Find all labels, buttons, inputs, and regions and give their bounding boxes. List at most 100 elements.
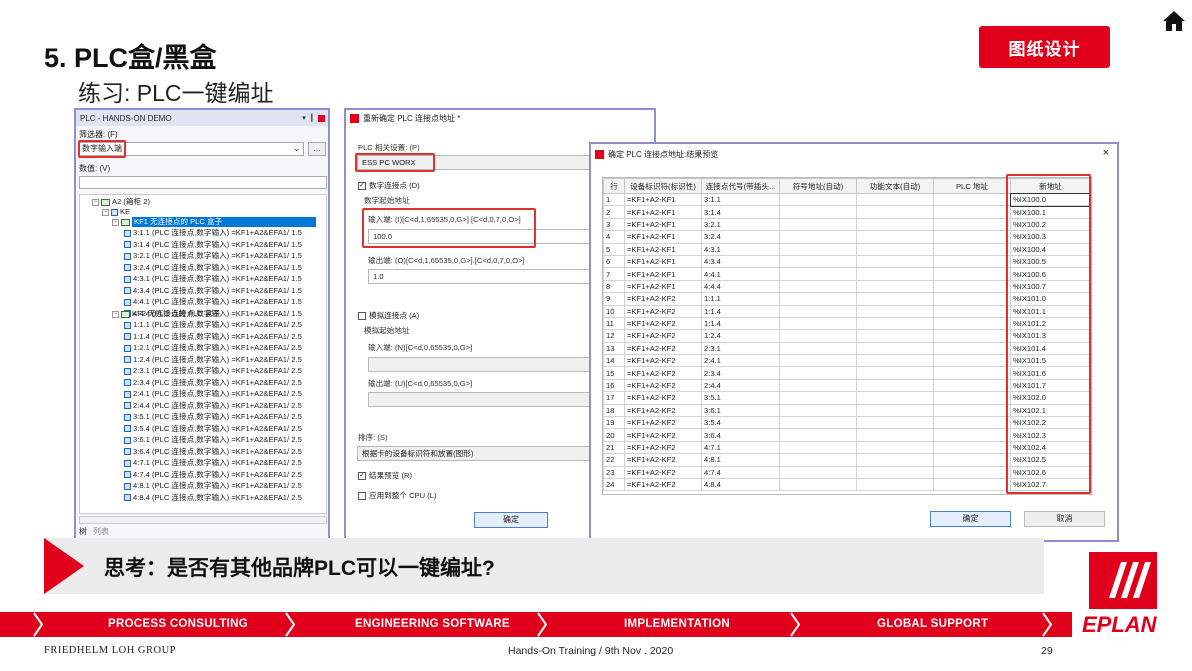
tree-node-connection[interactable]: 1:1.4 (PLC 连接点,数字输入) =KF1+A2&EFA1/ 2.5 [124,332,302,342]
table-cell: 2:3.1 [701,341,780,356]
tree-node-connection[interactable]: 2:3.1 (PLC 连接点,数字输入) =KF1+A2&EFA1/ 2.5 [124,366,302,376]
table-cell [779,465,857,480]
table-cell [933,428,1011,442]
table-cell: =KF1+A2-KF2 [624,354,702,368]
table-cell [933,354,1011,368]
dialog-titlebar: 确定 PLC 连接点地址:结果预览 [591,144,1117,164]
tree-node-label: 4:4.1 (PLC 连接点,数字输入) =KF1+A2&EFA1/ 1.5 [133,297,302,306]
column-header[interactable]: 行 [603,178,625,194]
collapse-icon[interactable]: − [112,218,119,226]
tree-node-connection[interactable]: 3:6.4 (PLC 连接点,数字输入) =KF1+A2&EFA1/ 2.5 [124,447,302,457]
dialog-title: 重新确定 PLC 连接点地址 * [363,113,461,123]
tree-node-kf1[interactable]: − KF1 无连接点的 PLC 盒子 [112,217,316,227]
table-cell [779,192,857,207]
connection-point-icon [124,298,131,306]
tree-node-connection[interactable]: 3:2.1 (PLC 连接点,数字输入) =KF1+A2&EFA1/ 1.5 [124,251,302,261]
tree-view[interactable]: − A2 (箱柜 2) − KE − KF1 无连接点的 PLC 盒子 3:1.… [79,194,327,514]
tree-node-connection[interactable]: 1:1.1 (PLC 连接点,数字输入) =KF1+A2&EFA1/ 2.5 [124,320,302,330]
tree-node-label: 4:3.1 (PLC 连接点,数字输入) =KF1+A2&EFA1/ 1.5 [133,274,302,283]
tree-node-connection[interactable]: 4:3.4 (PLC 连接点,数字输入) =KF1+A2&EFA1/ 1.5 [124,286,302,296]
tree-node-connection[interactable]: 2:4.4 (PLC 连接点,数字输入) =KF1+A2&EFA1/ 2.5 [124,401,302,411]
all-cpu-checkbox[interactable]: 应用到整个 CPU (L) [358,490,437,501]
table-cell: 17 [603,391,625,405]
column-header[interactable]: 功能文本(自动) [856,178,934,194]
pin-icon[interactable]: ┃ [310,114,314,122]
tree-node-root[interactable]: − A2 (箱柜 2) [92,197,150,207]
table-cell [856,329,934,343]
tree-node-connection[interactable]: 1:2.1 (PLC 连接点,数字输入) =KF1+A2&EFA1/ 2.5 [124,343,302,353]
tab-list[interactable]: 列表 [93,526,109,537]
table-cell [933,416,1011,430]
tree-node-connection[interactable]: 3:5.1 (PLC 连接点,数字输入) =KF1+A2&EFA1/ 2.5 [124,412,302,422]
table-cell [779,242,857,256]
table-cell: 22 [603,453,625,467]
collapse-icon[interactable]: − [102,208,109,216]
tree-node-connection[interactable]: 4:4.1 (PLC 连接点,数字输入) =KF1+A2&EFA1/ 1.5 [124,297,302,307]
tree-node-label: 3:2.4 (PLC 连接点,数字输入) =KF1+A2&EFA1/ 1.5 [133,262,302,272]
close-icon[interactable]: × [1103,147,1109,159]
column-header[interactable]: 设备标识符(标识性) [624,178,702,194]
tree-node-ke[interactable]: − KE [102,207,130,217]
tree-node-kf2[interactable]: − KF2 无连接点的 PLC 盒子 [112,309,220,319]
tree-node-label: 3:6.1 (PLC 连接点,数字输入) =KF1+A2&EFA1/ 2.5 [133,435,302,444]
tree-node-connection[interactable]: 4:7.1 (PLC 连接点,数字输入) =KF1+A2&EFA1/ 2.5 [124,458,302,468]
tree-node-connection[interactable]: 3:6.1 (PLC 连接点,数字输入) =KF1+A2&EFA1/ 2.5 [124,435,302,445]
value-input[interactable] [79,176,327,189]
column-header[interactable]: 符号地址(自动) [779,178,857,194]
table-cell: 4:3.1 [701,242,780,256]
view-tabs: 树 列表 [79,526,109,537]
table-cell: =KF1+A2-KF2 [624,391,702,405]
tree-node-connection[interactable]: 2:3.4 (PLC 连接点,数字输入) =KF1+A2&EFA1/ 2.5 [124,378,302,388]
dropdown-arrow-icon[interactable]: ▾ [302,114,306,122]
table-cell [779,304,857,318]
table-cell [856,242,934,256]
table-cell [856,465,934,480]
tree-node-connection[interactable]: 3:2.4 (PLC 连接点,数字输入) =KF1+A2&EFA1/ 1.5 [124,263,302,273]
tree-node-connection[interactable]: 4:8.1 (PLC 连接点,数字输入) =KF1+A2&EFA1/ 2.5 [124,481,302,491]
drawing-design-button[interactable]: 图纸设计 [979,26,1110,68]
folder-icon [111,208,118,216]
table-cell: 8 [603,279,625,294]
table-cell [856,453,934,467]
table-cell [933,329,1011,343]
tree-node-connection[interactable]: 2:4.1 (PLC 连接点,数字输入) =KF1+A2&EFA1/ 2.5 [124,389,302,399]
horizontal-scrollbar[interactable] [79,516,327,524]
slide-title: 5. PLC盒/黑盒 [44,43,217,73]
collapse-icon[interactable]: − [92,198,99,206]
tree-node-label: 3:5.1 (PLC 连接点,数字输入) =KF1+A2&EFA1/ 2.5 [133,412,302,421]
table-cell: 1:1.4 [701,304,780,318]
sort-label: 排序: (S) [358,433,388,442]
cancel-button[interactable]: 取消 [1024,511,1105,527]
table-cell [856,267,934,281]
column-header[interactable]: 连接点代号(带插头... [701,178,780,194]
table-cell: =KF1+A2-KF2 [624,416,702,430]
tab-tree[interactable]: 树 [79,526,87,537]
table-cell [856,316,934,331]
tree-node-connection[interactable]: 3:5.4 (PLC 连接点,数字输入) =KF1+A2&EFA1/ 2.5 [124,424,302,434]
preview-checkbox[interactable]: ✓ 结果预览 (R) [358,470,412,481]
ok-button[interactable]: 确定 [474,512,548,528]
table-cell [933,477,1011,492]
ok-button[interactable]: 确定 [930,511,1011,527]
analog-checkbox[interactable]: 模拟连接点 (A) [358,310,419,321]
close-icon[interactable] [318,114,325,122]
table-cell: =KF1+A2-KF2 [624,403,702,418]
home-icon[interactable] [1162,10,1186,32]
table-cell [933,230,1011,244]
connection-point-icon [124,344,131,352]
tree-node-connection[interactable]: 4:7.4 (PLC 连接点,数字输入) =KF1+A2&EFA1/ 2.5 [124,470,302,480]
tree-node-connection[interactable]: 3:1.1 (PLC 连接点,数字输入) =KF1+A2&EFA1/ 1.5 [124,228,302,238]
table-cell [933,192,1011,207]
column-header[interactable]: PLC 地址 [933,178,1011,194]
table-cell: 19 [603,416,625,430]
tree-node-connection[interactable]: 4:8.4 (PLC 连接点,数字输入) =KF1+A2&EFA1/ 2.5 [124,493,302,503]
tree-node-label: 3:1.4 (PLC 连接点,数字输入) =KF1+A2&EFA1/ 1.5 [133,239,302,249]
tree-node-connection[interactable]: 1:2.4 (PLC 连接点,数字输入) =KF1+A2&EFA1/ 2.5 [124,355,302,365]
digital-checkbox[interactable]: ✓ 数字连接点 (D) [358,180,420,191]
filter-more-button[interactable]: ... [308,142,326,156]
table-cell [933,254,1011,269]
tree-node-connection[interactable]: 4:3.1 (PLC 连接点,数字输入) =KF1+A2&EFA1/ 1.5 [124,274,302,284]
tree-node-connection[interactable]: 3:1.4 (PLC 连接点,数字输入) =KF1+A2&EFA1/ 1.5 [124,240,302,250]
tree-node-label: 1:2.1 (PLC 连接点,数字输入) =KF1+A2&EFA1/ 2.5 [133,343,302,352]
collapse-icon[interactable]: − [112,310,119,318]
